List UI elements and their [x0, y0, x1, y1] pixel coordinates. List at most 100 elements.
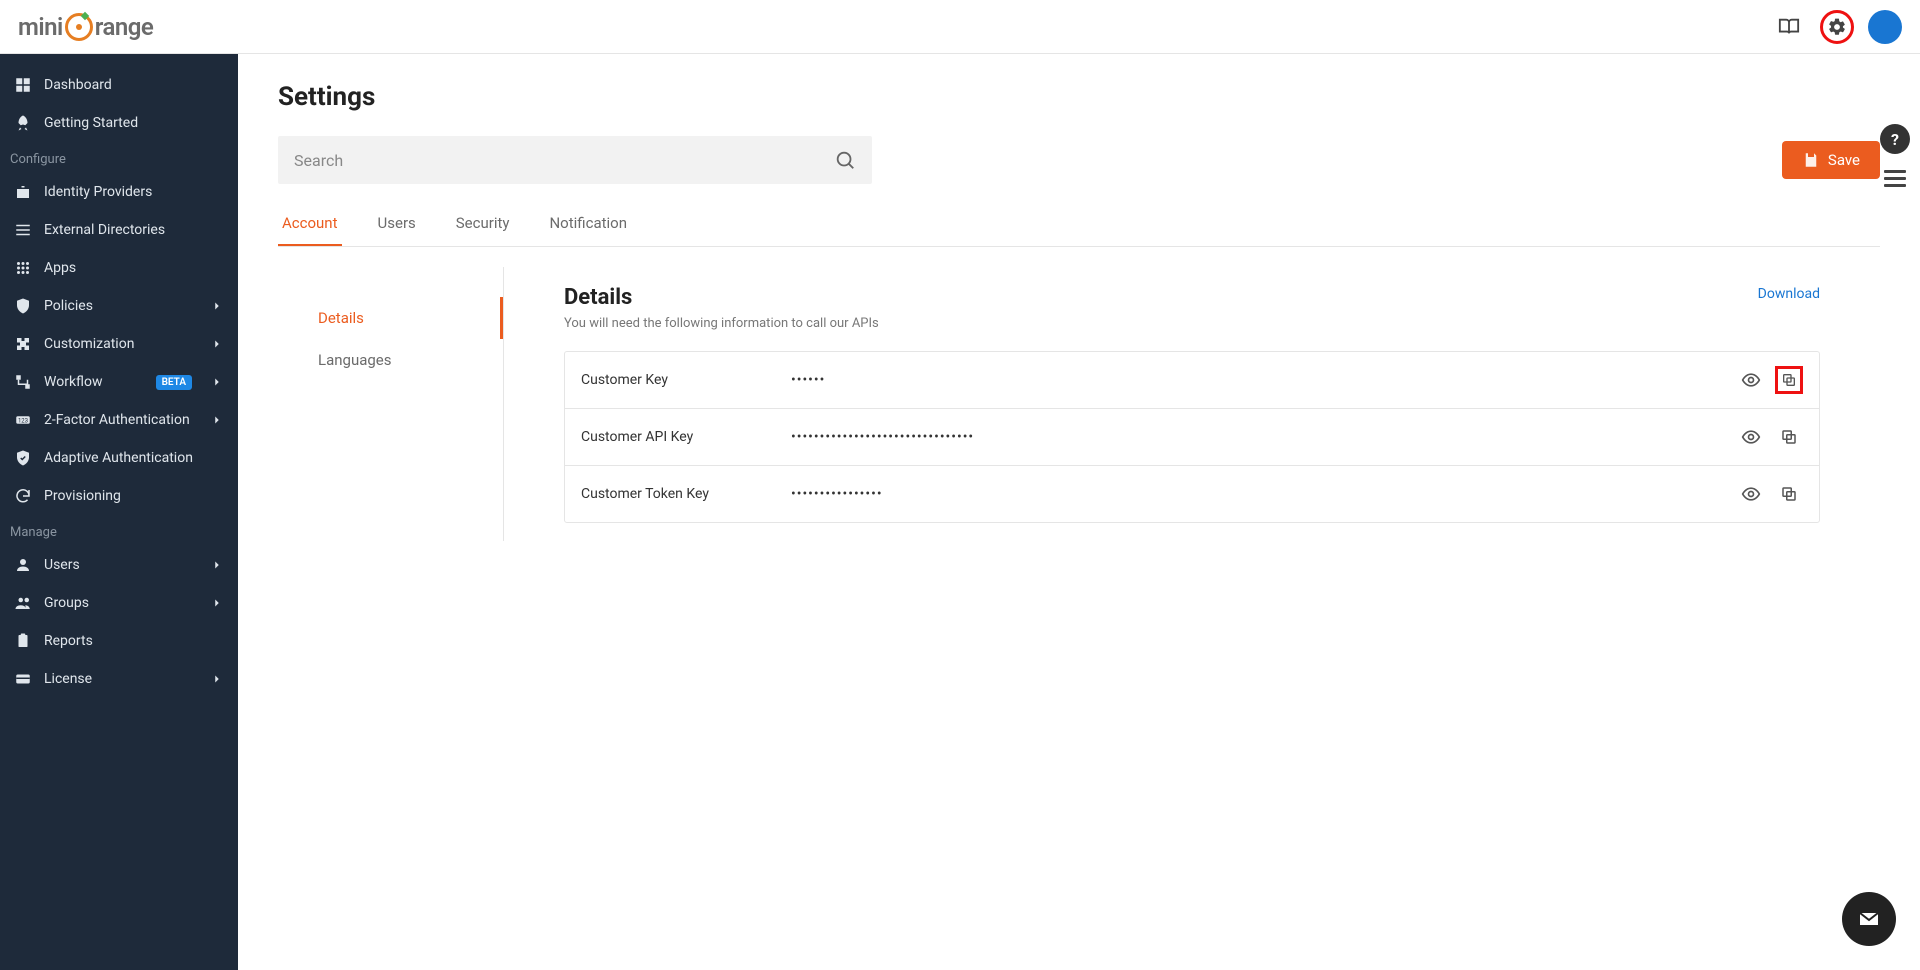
tab-account[interactable]: Account — [278, 202, 342, 246]
sidebar-item-label: Getting Started — [44, 115, 138, 131]
sidebar-item-label: Reports — [44, 633, 93, 649]
chevron-right-icon — [210, 299, 224, 313]
copy-icon[interactable] — [1775, 423, 1803, 451]
subnav: Details Languages — [278, 267, 504, 541]
topbar: mini range — [0, 0, 1920, 54]
list-icon — [14, 221, 32, 239]
chevron-right-icon — [210, 596, 224, 610]
top-actions — [1772, 10, 1902, 44]
book-icon[interactable] — [1772, 10, 1806, 44]
subnav-details[interactable]: Details — [278, 297, 503, 339]
sidebar-item-identity-providers[interactable]: Identity Providers — [0, 173, 238, 211]
sidebar-item-label: Users — [44, 557, 80, 573]
main: Settings Save Account Users Security — [238, 54, 1920, 970]
key-table: Customer Key •••••• Customer API Key •••… — [564, 351, 1820, 523]
brand-post: range — [95, 13, 154, 41]
sidebar-item-policies[interactable]: Policies — [0, 287, 238, 325]
sidebar-item-license[interactable]: License — [0, 660, 238, 698]
twofa-icon: 123 — [14, 411, 32, 429]
sidebar-item-label: Workflow — [44, 374, 103, 390]
sidebar-item-workflow[interactable]: Workflow BETA — [0, 363, 238, 401]
eye-icon[interactable] — [1737, 423, 1765, 451]
brand-o-icon — [65, 13, 93, 41]
sidebar-item-groups[interactable]: Groups — [0, 584, 238, 622]
download-icon — [1732, 285, 1750, 303]
chevron-right-icon — [210, 558, 224, 572]
clipboard-icon — [14, 632, 32, 650]
apps-icon — [14, 259, 32, 277]
copy-icon[interactable] — [1775, 366, 1803, 394]
sidebar-item-label: Identity Providers — [44, 184, 152, 200]
row-value: •••••• — [791, 372, 1737, 388]
sidebar-item-apps[interactable]: Apps — [0, 249, 238, 287]
table-row: Customer API Key •••••••••••••••••••••••… — [565, 409, 1819, 466]
sync-icon — [14, 487, 32, 505]
sidebar-item-2fa[interactable]: 123 2-Factor Authentication — [0, 401, 238, 439]
sidebar-item-external-directories[interactable]: External Directories — [0, 211, 238, 249]
tab-security[interactable]: Security — [452, 202, 514, 246]
download-button[interactable]: Download — [1732, 285, 1820, 303]
sidebar-item-label: External Directories — [44, 222, 165, 238]
beta-badge: BETA — [156, 375, 192, 390]
tab-notification[interactable]: Notification — [545, 202, 631, 246]
details-subtitle: You will need the following information … — [564, 316, 879, 331]
subnav-languages[interactable]: Languages — [278, 339, 503, 381]
verified-icon — [14, 449, 32, 467]
sidebar-section-configure: Configure — [0, 142, 238, 173]
tab-users[interactable]: Users — [374, 202, 420, 246]
sidebar-item-provisioning[interactable]: Provisioning — [0, 477, 238, 515]
sidebar-item-label: Dashboard — [44, 77, 112, 93]
gear-icon[interactable] — [1820, 10, 1854, 44]
svg-text:123: 123 — [18, 417, 28, 424]
sidebar-item-adaptive-auth[interactable]: Adaptive Authentication — [0, 439, 238, 477]
sidebar-item-reports[interactable]: Reports — [0, 622, 238, 660]
sidebar-item-label: Provisioning — [44, 488, 121, 504]
sidebar-item-getting-started[interactable]: Getting Started — [0, 104, 238, 142]
copy-icon[interactable] — [1775, 480, 1803, 508]
save-label: Save — [1828, 151, 1860, 169]
page-title: Settings — [278, 82, 1880, 112]
save-icon — [1802, 151, 1820, 169]
search-box[interactable] — [278, 136, 872, 184]
tabs: Account Users Security Notification — [278, 202, 1880, 247]
row-value: •••••••••••••••••••••••••••••••• — [791, 429, 1737, 445]
eye-icon[interactable] — [1737, 480, 1765, 508]
sidebar: Dashboard Getting Started Configure Iden… — [0, 54, 238, 970]
chevron-right-icon — [210, 413, 224, 427]
puzzle-icon — [14, 335, 32, 353]
sidebar-item-customization[interactable]: Customization — [0, 325, 238, 363]
shield-icon — [14, 297, 32, 315]
sidebar-item-label: Customization — [44, 336, 134, 352]
eye-icon[interactable] — [1737, 366, 1765, 394]
sidebar-item-users[interactable]: Users — [0, 546, 238, 584]
sidebar-item-label: License — [44, 671, 92, 687]
brand-logo[interactable]: mini range — [18, 13, 153, 41]
details-title: Details — [564, 285, 879, 310]
row-label: Customer API Key — [581, 429, 791, 445]
sidebar-section-manage: Manage — [0, 515, 238, 546]
sidebar-item-label: 2-Factor Authentication — [44, 412, 190, 428]
dashboard-icon — [14, 76, 32, 94]
search-icon[interactable] — [834, 149, 856, 171]
search-input[interactable] — [294, 151, 834, 170]
table-row: Customer Token Key •••••••••••••••• — [565, 466, 1819, 522]
sidebar-item-dashboard[interactable]: Dashboard — [0, 66, 238, 104]
brand-pre: mini — [18, 13, 63, 41]
chevron-right-icon — [210, 672, 224, 686]
download-label: Download — [1758, 286, 1820, 302]
chat-fab-icon[interactable] — [1842, 892, 1896, 946]
hamburger-icon[interactable] — [1884, 170, 1906, 187]
save-button[interactable]: Save — [1782, 141, 1880, 179]
briefcase-icon — [14, 183, 32, 201]
card-icon — [14, 670, 32, 688]
sidebar-item-label: Policies — [44, 298, 93, 314]
help-icon[interactable]: ? — [1880, 124, 1910, 154]
chevron-right-icon — [210, 375, 224, 389]
groups-icon — [14, 594, 32, 612]
row-label: Customer Token Key — [581, 486, 791, 502]
sidebar-item-label: Groups — [44, 595, 89, 611]
avatar[interactable] — [1868, 10, 1902, 44]
table-row: Customer Key •••••• — [565, 352, 1819, 409]
sidebar-item-label: Adaptive Authentication — [44, 450, 193, 466]
sidebar-item-label: Apps — [44, 260, 76, 276]
